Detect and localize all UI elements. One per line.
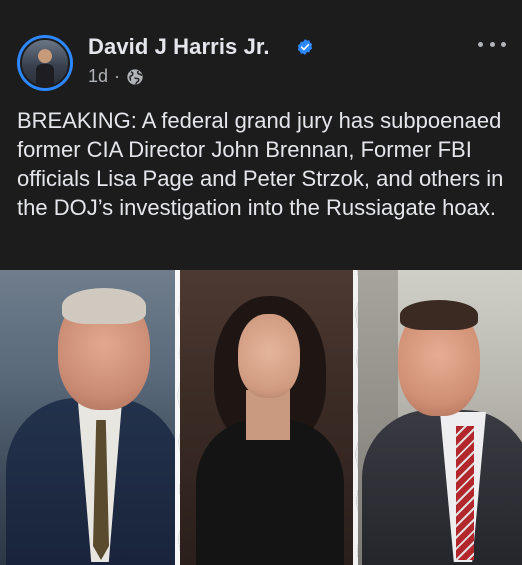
right-portrait-panel — [358, 270, 522, 565]
facebook-post: David J Harris Jr. 1d · BREAKING: A fede… — [0, 0, 522, 565]
post-image[interactable] — [0, 270, 522, 565]
more-dot — [478, 41, 483, 47]
more-dot — [501, 41, 506, 47]
verified-badge-icon — [297, 39, 313, 55]
post-header: David J Harris Jr. 1d · — [0, 0, 522, 100]
left-portrait-panel — [0, 270, 180, 565]
left-portrait-hair — [62, 288, 146, 324]
right-portrait-tie — [456, 426, 474, 560]
meta-separator: · — [114, 66, 121, 86]
center-portrait-panel — [180, 270, 358, 565]
author-avatar[interactable] — [20, 38, 70, 88]
center-portrait-face — [238, 314, 300, 398]
post-timestamp[interactable]: 1d — [88, 66, 108, 87]
author-avatar-ring[interactable] — [17, 35, 73, 91]
post-meta: 1d · — [88, 66, 144, 87]
globe-icon[interactable] — [126, 68, 144, 86]
center-portrait-dress — [196, 420, 344, 565]
more-options-icon[interactable] — [478, 36, 506, 52]
author-name[interactable]: David J Harris Jr. — [88, 34, 270, 60]
post-text: BREAKING: A federal grand jury has subpo… — [17, 108, 504, 220]
more-dot — [489, 41, 495, 47]
right-portrait-hair — [400, 300, 478, 330]
